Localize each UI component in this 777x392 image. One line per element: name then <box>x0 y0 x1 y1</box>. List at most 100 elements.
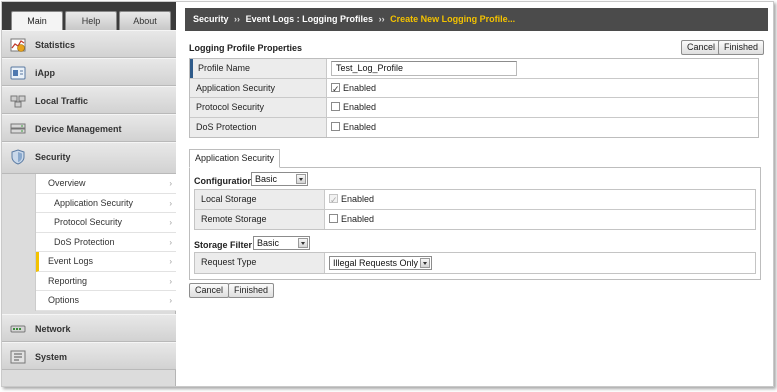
storage-filter-label: Storage Filter <box>194 240 253 250</box>
local-storage-checkbox <box>329 192 338 211</box>
submenu-item-protocol-security[interactable]: Protocol Security › <box>36 213 176 233</box>
configuration-label: Configuration <box>194 176 253 186</box>
breadcrumb-separator: ›› <box>378 14 385 24</box>
cancel-button-top[interactable]: Cancel <box>681 40 722 55</box>
profile-name-label: Profile Name <box>190 59 327 78</box>
application-security-panel: Configuration Basic Local Storage Enable… <box>189 168 761 280</box>
row-protocol-security: Protocol Security Enabled <box>190 98 758 118</box>
chevron-right-icon: › <box>169 237 172 247</box>
configuration-select[interactable]: Basic <box>251 172 308 186</box>
shield-icon <box>11 149 25 165</box>
finished-button[interactable]: Finished <box>228 283 275 298</box>
nav-network[interactable]: Network <box>2 314 176 342</box>
tab-main[interactable]: Main <box>11 11 63 30</box>
properties-table: Profile Name Test_Log_Profile Applicatio… <box>189 58 759 138</box>
request-type-select[interactable]: Illegal Requests Only <box>329 256 432 270</box>
submenu-item-options[interactable]: Options › <box>36 291 176 311</box>
nav-label: Security <box>35 152 71 162</box>
row-application-security: Application Security Enabled <box>190 78 758 100</box>
submenu-item-overview[interactable]: Overview › <box>36 174 176 194</box>
submenu-label: Protocol Security <box>54 217 123 227</box>
nav-local-traffic[interactable]: Local Traffic <box>2 86 176 114</box>
chevron-right-icon: › <box>169 218 172 227</box>
submenu-label: DoS Protection <box>54 236 115 247</box>
application-security-checkbox[interactable] <box>331 81 340 100</box>
row-profile-name: Profile Name Test_Log_Profile <box>190 59 758 79</box>
breadcrumb: Security ›› Event Logs : Logging Profile… <box>185 8 768 31</box>
nav-iapp[interactable]: iApp <box>2 58 176 86</box>
submenu-label: Options <box>48 295 80 305</box>
local-storage-label: Local Storage <box>195 190 325 209</box>
dos-protection-checkbox[interactable] <box>331 121 340 131</box>
submenu-item-dos-protection[interactable]: DoS Protection › <box>36 233 176 252</box>
tab-help[interactable]: Help <box>65 11 117 30</box>
storage-table: Local Storage Enabled Remote Storage Ena… <box>194 189 756 230</box>
protocol-security-checkbox[interactable] <box>331 102 340 111</box>
profile-name-input[interactable]: Test_Log_Profile <box>331 61 517 76</box>
system-icon <box>10 350 26 364</box>
chevron-right-icon: › <box>169 276 172 286</box>
nav-statistics[interactable]: Statistics <box>2 30 176 58</box>
nav-label: Local Traffic <box>35 96 89 106</box>
breadcrumb-logging-profiles[interactable]: Event Logs : Logging Profiles <box>246 14 374 24</box>
enabled-label: Enabled <box>341 213 375 224</box>
submenu-item-event-logs[interactable]: Event Logs › <box>36 252 176 272</box>
remote-storage-checkbox[interactable] <box>329 213 338 223</box>
storage-filter-select[interactable]: Basic <box>253 236 310 250</box>
tab-application-security[interactable]: Application Security <box>189 149 281 168</box>
submenu-item-application-security[interactable]: Application Security › <box>36 194 176 213</box>
section-tabs: Application Security <box>189 149 761 168</box>
network-icon <box>10 325 26 333</box>
dos-protection-label: DoS Protection <box>190 117 327 137</box>
enabled-label: Enabled <box>343 121 377 132</box>
local-traffic-icon <box>10 95 26 108</box>
chevron-right-icon: › <box>169 198 172 208</box>
breadcrumb-current: Create New Logging Profile... <box>390 14 516 24</box>
request-type-value: Illegal Requests Only <box>333 258 419 268</box>
breadcrumb-security[interactable]: Security <box>193 14 229 24</box>
statistics-icon <box>10 38 26 52</box>
nav-device-management[interactable]: Device Management <box>2 114 176 142</box>
row-request-type: Request Type Illegal Requests Only <box>195 253 755 273</box>
storage-filter-value: Basic <box>257 238 280 248</box>
nav-security[interactable]: Security <box>2 142 176 174</box>
nav-label: Statistics <box>35 40 76 50</box>
chevron-down-icon <box>296 174 306 184</box>
nav-label: iApp <box>35 68 55 78</box>
submenu-label: Reporting <box>48 275 88 286</box>
section-title: Logging Profile Properties <box>189 43 303 53</box>
submenu-item-reporting[interactable]: Reporting › <box>36 272 176 291</box>
finished-button-top[interactable]: Finished <box>718 40 765 55</box>
device-management-icon <box>10 123 26 134</box>
application-security-label: Application Security <box>190 78 327 97</box>
request-type-table: Request Type Illegal Requests Only <box>194 252 756 274</box>
submenu-label: Application Security <box>54 197 134 208</box>
enabled-label: Enabled <box>343 102 377 112</box>
protocol-security-label: Protocol Security <box>190 98 327 117</box>
submenu-label: Overview <box>48 178 86 188</box>
main-content: Security ›› Event Logs : Logging Profile… <box>182 2 773 386</box>
chevron-right-icon: › <box>169 179 172 188</box>
submenu-label: Event Logs <box>48 256 94 266</box>
tab-about[interactable]: About <box>119 11 171 30</box>
nav-label: Network <box>35 324 71 334</box>
app-window: Main Help About Statistics iApp Local Tr… <box>1 1 774 387</box>
chevron-down-icon <box>298 238 308 248</box>
iapp-icon <box>10 66 26 80</box>
configuration-value: Basic <box>255 174 278 184</box>
row-dos-protection: DoS Protection Enabled <box>190 117 758 137</box>
chevron-right-icon: › <box>169 257 172 266</box>
request-type-label: Request Type <box>195 253 325 273</box>
row-remote-storage: Remote Storage Enabled <box>195 209 755 229</box>
chevron-down-icon <box>420 258 430 268</box>
top-tabs: Main Help About <box>2 2 176 30</box>
breadcrumb-separator: ›› <box>234 14 241 24</box>
row-local-storage: Local Storage Enabled <box>195 190 755 211</box>
remote-storage-label: Remote Storage <box>195 209 325 229</box>
chevron-right-icon: › <box>169 296 172 305</box>
nav-system[interactable]: System <box>2 342 176 370</box>
cancel-button[interactable]: Cancel <box>189 283 230 298</box>
nav-label: Device Management <box>35 124 122 134</box>
enabled-label: Enabled <box>341 194 375 204</box>
nav-label: System <box>35 352 68 362</box>
